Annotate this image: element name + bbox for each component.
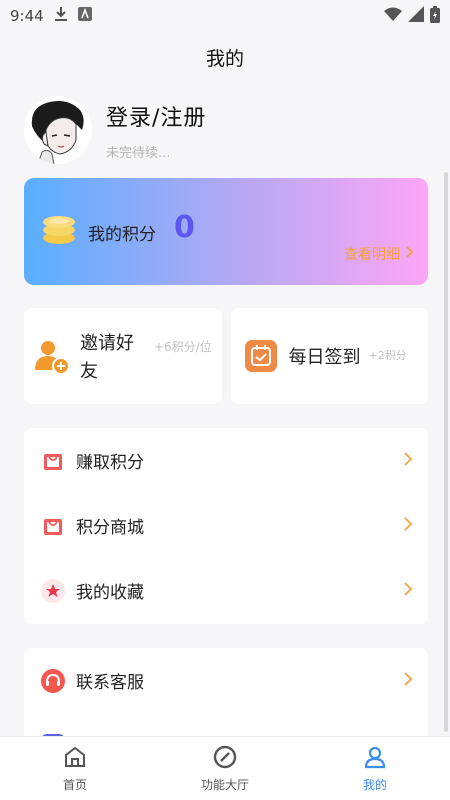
menu-item-label: 联系客服 <box>76 673 144 693</box>
wifi-icon <box>384 7 402 25</box>
menu-item-points-mall[interactable]: 积分商城 <box>24 493 428 558</box>
points-value: 0 <box>174 210 195 245</box>
daily-signin-label: 每日签到 <box>288 347 361 368</box>
chevron-right-icon <box>404 671 413 690</box>
tab-functions[interactable]: 功能大厅 <box>150 737 300 800</box>
daily-signin-card[interactable]: 每日签到 +2积分 <box>230 308 428 404</box>
star-icon <box>40 578 66 604</box>
menu-item-contact-service[interactable]: 联系客服 <box>24 648 428 713</box>
invite-bonus: +6积分/位 <box>154 340 212 354</box>
menu-item-label: 赚取积分 <box>76 453 144 473</box>
points-detail-link[interactable]: 查看明细 <box>344 244 414 264</box>
menu-group-points: 赚取积分 积分商城 我的收藏 <box>24 428 428 624</box>
chevron-right-icon <box>406 246 414 262</box>
signal-icon <box>408 6 424 26</box>
home-icon <box>63 745 87 772</box>
coin-stack-icon <box>42 214 76 250</box>
compass-icon <box>213 745 237 772</box>
daily-signin-bonus: +2积分 <box>368 349 407 362</box>
tab-functions-label: 功能大厅 <box>200 777 249 792</box>
calendar-check-icon <box>244 340 277 376</box>
points-label: 我的积分 <box>88 225 156 245</box>
status-time: 9:44 <box>10 7 44 25</box>
points-detail-label: 查看明细 <box>344 247 400 263</box>
points-card[interactable]: 我的积分 0 查看明细 <box>24 178 428 285</box>
status-bar: 9:44 <box>0 0 450 32</box>
tab-mine-label: 我的 <box>362 777 387 792</box>
login-register-link[interactable]: 登录/注册 <box>106 100 206 132</box>
bottom-tab-bar: 首页 功能大厅 我的 <box>0 736 450 800</box>
tab-mine[interactable]: 我的 <box>300 737 450 800</box>
invite-user-icon <box>32 338 72 382</box>
invite-label: 邀请好友 <box>80 333 134 382</box>
tab-home[interactable]: 首页 <box>0 737 150 800</box>
profile-subtitle: 未完待续... <box>106 145 171 161</box>
avatar[interactable] <box>24 96 92 164</box>
invite-friends-card[interactable]: 邀请好友 +6积分/位 <box>24 308 222 404</box>
bag-icon <box>40 513 66 539</box>
profile-section[interactable]: 登录/注册 未完待续... <box>0 82 450 174</box>
user-icon <box>363 745 387 772</box>
service-icon <box>40 668 66 694</box>
page-title: 我的 <box>205 47 244 70</box>
bag-icon <box>40 448 66 474</box>
status-right <box>384 5 440 27</box>
app-notify-icon <box>77 7 92 25</box>
download-icon <box>54 6 68 26</box>
menu-item-favorites[interactable]: 我的收藏 <box>24 558 428 623</box>
menu-item-label: 积分商城 <box>76 518 144 538</box>
chevron-right-icon <box>404 451 413 470</box>
tasks-row: 邀请好友 +6积分/位 每日签到 +2积分 <box>24 308 428 404</box>
scroll-area[interactable]: 登录/注册 未完待续... 我的积分 0 查看明细 邀请好友 +6积分/位 每日… <box>0 82 450 736</box>
battery-icon <box>430 5 440 27</box>
avatar-illustration-icon <box>24 96 92 164</box>
chevron-right-icon <box>404 581 413 600</box>
scrollbar[interactable] <box>444 172 448 732</box>
tab-home-label: 首页 <box>62 777 87 792</box>
menu-group-support: 联系客服 <box>24 648 428 736</box>
menu-item-label: 我的收藏 <box>76 583 144 603</box>
menu-item-earn-points[interactable]: 赚取积分 <box>24 428 428 493</box>
chevron-right-icon <box>404 516 413 535</box>
status-left: 9:44 <box>10 6 92 26</box>
profile-text: 登录/注册 未完待续... <box>106 100 206 161</box>
menu-item-partially-hidden[interactable] <box>24 713 428 736</box>
